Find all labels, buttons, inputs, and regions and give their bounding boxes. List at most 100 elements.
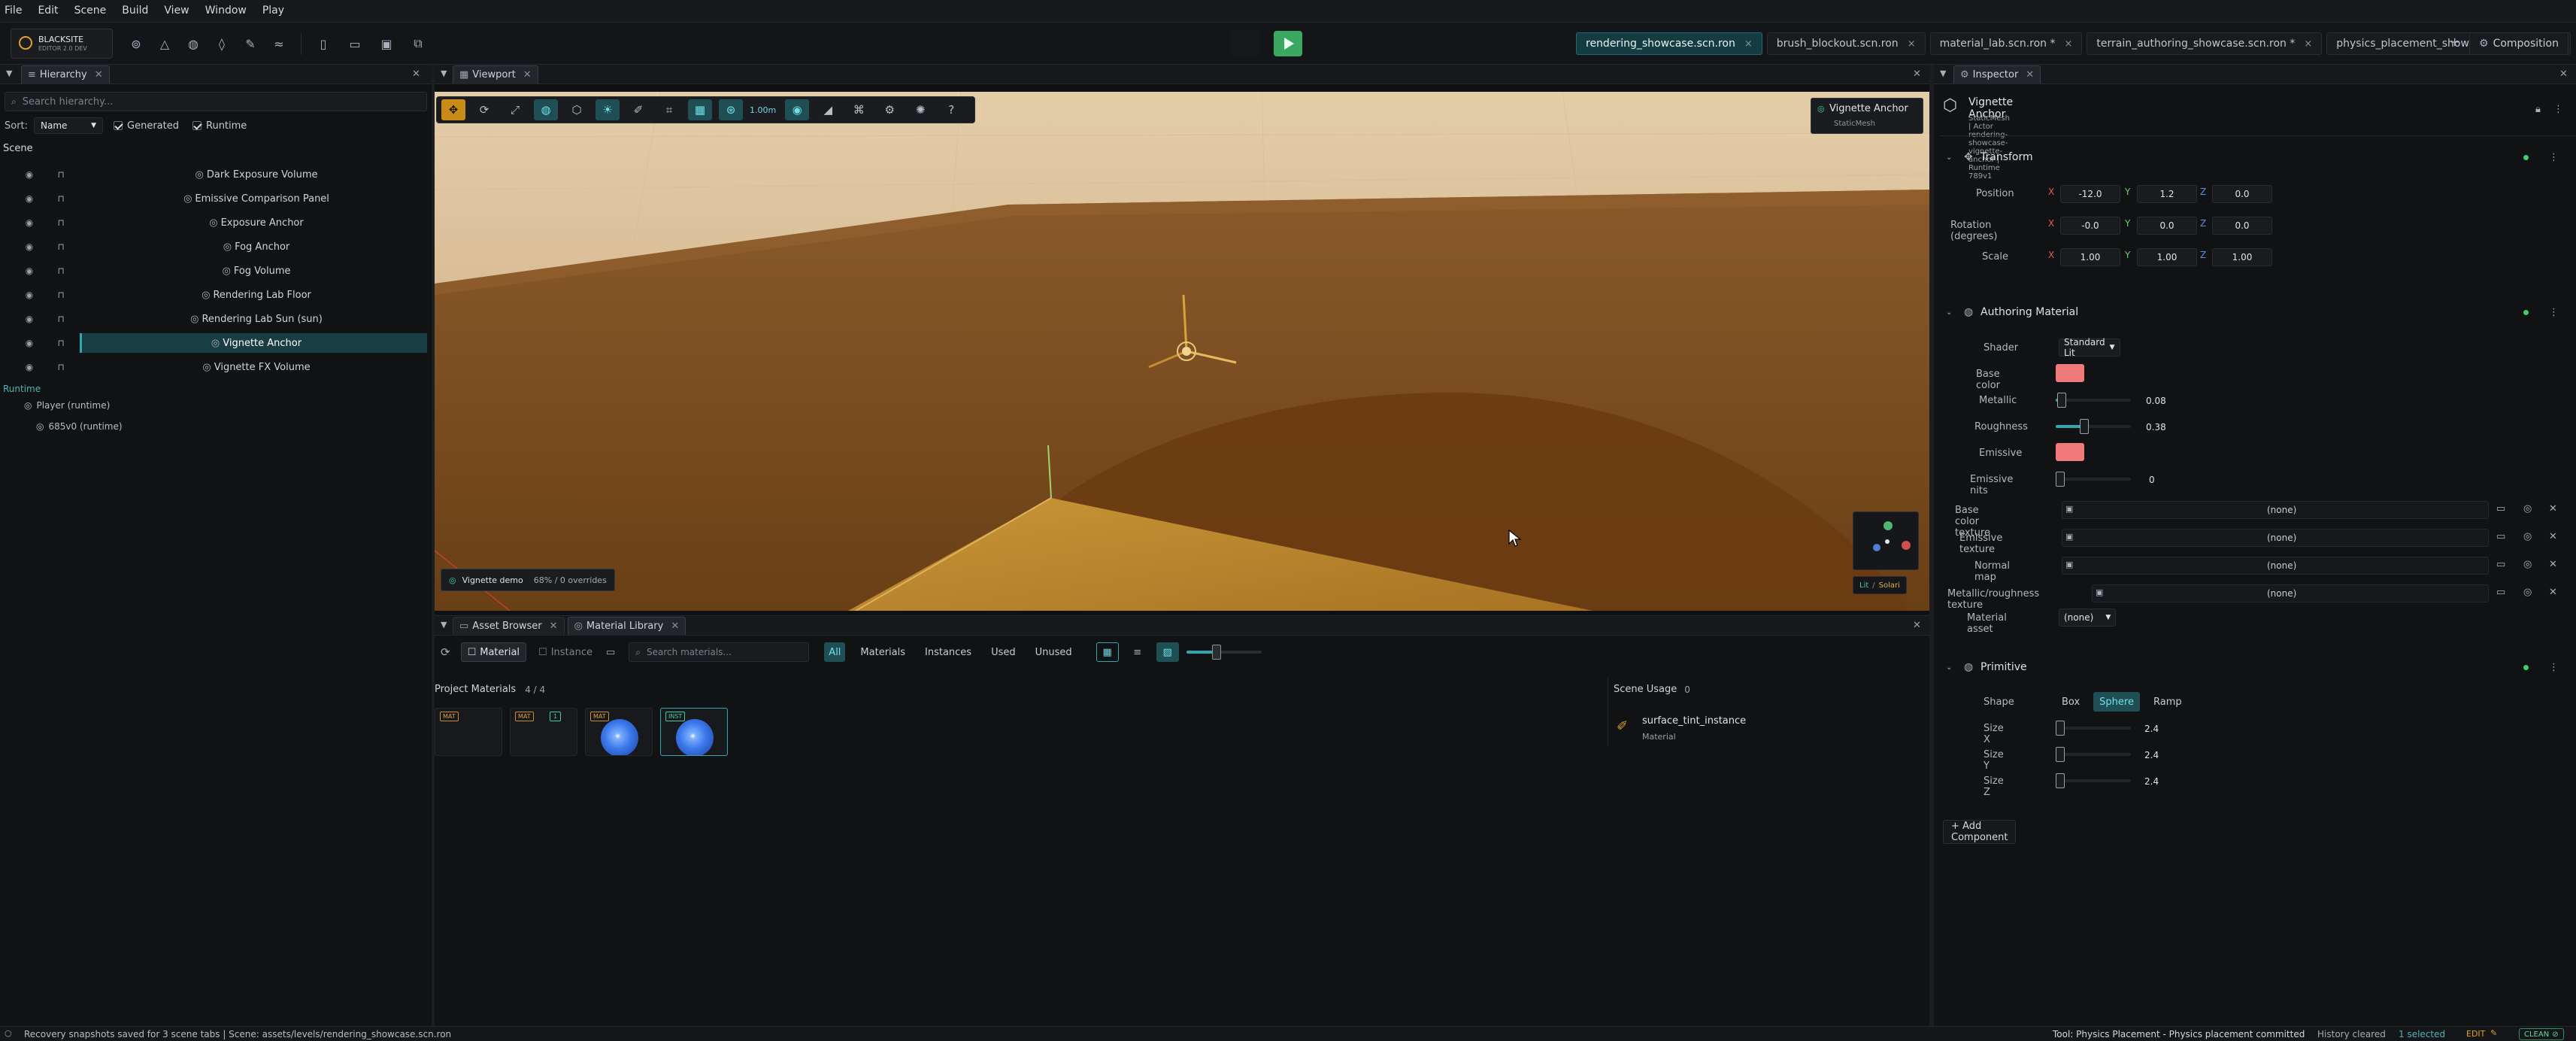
- world-space-icon[interactable]: ◍: [534, 99, 558, 120]
- hierarchy-item[interactable]: ◉ ⊓ ◎ Rendering Lab Sun (sun): [0, 308, 429, 329]
- camera-icon[interactable]: ◢: [816, 99, 840, 120]
- menu-scene[interactable]: Scene: [74, 5, 107, 17]
- close-icon[interactable]: ✕: [523, 69, 532, 80]
- snap-icon[interactable]: ⊛: [719, 99, 743, 120]
- emissive-color-swatch[interactable]: [2056, 443, 2084, 461]
- new-tab-button[interactable]: +: [2450, 35, 2459, 49]
- eye-icon[interactable]: ◉: [24, 338, 35, 348]
- lock-icon[interactable]: ⊓: [56, 338, 66, 348]
- lock-icon[interactable]: ⊓: [56, 241, 66, 252]
- material-thumbnail[interactable]: MAT 1: [510, 708, 577, 756]
- generated-checkbox[interactable]: [114, 121, 123, 130]
- filter-instances[interactable]: Instances: [920, 642, 976, 662]
- roughness-slider[interactable]: [2056, 417, 2131, 436]
- eye-icon[interactable]: ◉: [24, 314, 35, 324]
- open-folder-icon[interactable]: ▭: [344, 32, 366, 55]
- panel-collapse-icon[interactable]: ▼: [441, 68, 447, 78]
- close-panel-icon[interactable]: ✕: [412, 68, 420, 80]
- frame-icon[interactable]: ⌗: [657, 99, 681, 120]
- transform-x-field[interactable]: 1.00: [2060, 248, 2120, 266]
- filter-unused[interactable]: Unused: [1031, 642, 1077, 662]
- roughness-value[interactable]: 0.38: [2146, 422, 2166, 432]
- transform-z-field[interactable]: 0.0: [2212, 185, 2272, 203]
- shader-select[interactable]: Standard Lit ▼: [2059, 337, 2120, 358]
- material-thumbnail[interactable]: MAT: [585, 708, 653, 756]
- menu-file[interactable]: File: [5, 5, 22, 17]
- status-selection[interactable]: 1 selected: [2399, 1029, 2445, 1039]
- locate-icon[interactable]: ◎: [2523, 559, 2532, 570]
- close-icon[interactable]: ×: [2304, 38, 2312, 50]
- search-input[interactable]: ⌕ Search hierarchy...: [5, 92, 427, 111]
- paint-tool-icon[interactable]: ✎: [239, 32, 262, 55]
- browse-folder-icon[interactable]: ▭: [2496, 587, 2505, 598]
- size-value[interactable]: 2.4: [2144, 750, 2159, 760]
- shape-sphere-button[interactable]: Sphere: [2093, 692, 2140, 712]
- metallic-value[interactable]: 0.08: [2146, 396, 2166, 406]
- orientation-gizmo[interactable]: [1853, 511, 1919, 570]
- sort-select[interactable]: Name ▼: [34, 117, 104, 134]
- slider-handle[interactable]: [2056, 472, 2065, 487]
- emissive-nits-value[interactable]: 0: [2149, 475, 2155, 485]
- lock-icon[interactable]: ⊓: [56, 169, 66, 180]
- lock-icon[interactable]: 🔒︎: [2535, 104, 2541, 115]
- size-value[interactable]: 2.4: [2144, 724, 2159, 734]
- select-tool-icon[interactable]: ⊚: [125, 32, 147, 55]
- refresh-icon[interactable]: ⟳: [441, 645, 450, 659]
- hierarchy-item[interactable]: ◉ ⊓ ◎ Fog Volume: [0, 260, 429, 281]
- menu-edit[interactable]: Edit: [38, 5, 58, 17]
- more-icon[interactable]: ⋮: [2549, 307, 2559, 318]
- document-tab[interactable]: rendering_showcase.scn.ron ×: [1576, 32, 1762, 55]
- material-thumbnail[interactable]: MAT: [435, 708, 502, 756]
- browse-folder-icon[interactable]: ▭: [2496, 559, 2505, 570]
- texture-slot[interactable]: ▣ (none): [2062, 501, 2489, 519]
- thumbnail-size-slider[interactable]: [1186, 642, 1262, 662]
- close-icon[interactable]: ×: [2064, 38, 2072, 50]
- tab-hierarchy[interactable]: ≡ Hierarchy ✕: [21, 65, 110, 83]
- clear-icon[interactable]: ✕: [2549, 559, 2557, 570]
- locate-icon[interactable]: ◎: [2523, 531, 2532, 542]
- viewport-canvas[interactable]: [435, 92, 1929, 611]
- document-tab[interactable]: brush_blockout.scn.ron ×: [1766, 32, 1926, 55]
- runtime-item[interactable]: ◎ Player (runtime): [24, 400, 110, 411]
- locate-icon[interactable]: ◎: [2523, 503, 2532, 514]
- menu-build[interactable]: Build: [122, 5, 148, 17]
- transform-z-field[interactable]: 1.00: [2212, 248, 2272, 266]
- metallic-slider[interactable]: [2056, 391, 2131, 409]
- location-tool-icon[interactable]: ◊: [211, 32, 233, 55]
- close-icon[interactable]: ×: [1744, 38, 1753, 50]
- filter-used[interactable]: Used: [986, 642, 1020, 662]
- add-component-button[interactable]: + Add Component: [1943, 820, 2017, 844]
- close-panel-icon[interactable]: ✕: [1913, 620, 1921, 631]
- eye-icon[interactable]: ◉: [24, 266, 35, 276]
- render-mode-badge[interactable]: Lit / Solari: [1853, 576, 1907, 594]
- filter-all[interactable]: All: [824, 642, 846, 662]
- eye-icon[interactable]: ◉: [24, 362, 35, 372]
- shape-ramp-button[interactable]: Ramp: [2147, 692, 2188, 712]
- material-section-header[interactable]: ⌄ ◍ Authoring Material ⋮: [1940, 298, 2576, 326]
- size-slider[interactable]: [2056, 719, 2131, 737]
- menu-window[interactable]: Window: [205, 5, 247, 17]
- material-asset-select[interactable]: (none) ▼: [2059, 609, 2117, 627]
- size-value[interactable]: 2.4: [2144, 776, 2159, 787]
- close-icon[interactable]: ✕: [95, 69, 103, 80]
- thumbnail-size-button[interactable]: ▨: [1156, 642, 1179, 662]
- shape-box-button[interactable]: Box: [2056, 692, 2086, 712]
- render-mode-lit[interactable]: Lit: [1859, 581, 1868, 590]
- tab-viewport[interactable]: ▦ Viewport ✕: [453, 65, 538, 83]
- close-icon[interactable]: ✕: [671, 621, 679, 632]
- instance-mode-button[interactable]: ☐ Instance: [532, 642, 599, 662]
- transform-section-header[interactable]: ⌄ ✥ Transform ⋮: [1940, 143, 2576, 171]
- runtime-checkbox[interactable]: [192, 121, 202, 130]
- material-thumbnail[interactable]: INST: [660, 708, 728, 756]
- slider-handle[interactable]: [2056, 773, 2065, 788]
- transform-y-field[interactable]: 1.00: [2137, 248, 2197, 266]
- lock-icon[interactable]: ⊓: [56, 314, 66, 324]
- base-color-swatch[interactable]: [2056, 364, 2084, 382]
- eye-icon[interactable]: ◉: [24, 217, 35, 228]
- document-tab[interactable]: terrain_authoring_showcase.scn.ron * ×: [2087, 32, 2323, 55]
- browse-folder-icon[interactable]: ▭: [2496, 531, 2505, 542]
- list-view-button[interactable]: ≡: [1128, 642, 1147, 662]
- hierarchy-item[interactable]: ◉ ⊓ ◎ Fog Anchor: [0, 236, 429, 257]
- emissive-nits-slider[interactable]: [2056, 470, 2131, 488]
- panel-collapse-icon[interactable]: ▼: [441, 620, 447, 630]
